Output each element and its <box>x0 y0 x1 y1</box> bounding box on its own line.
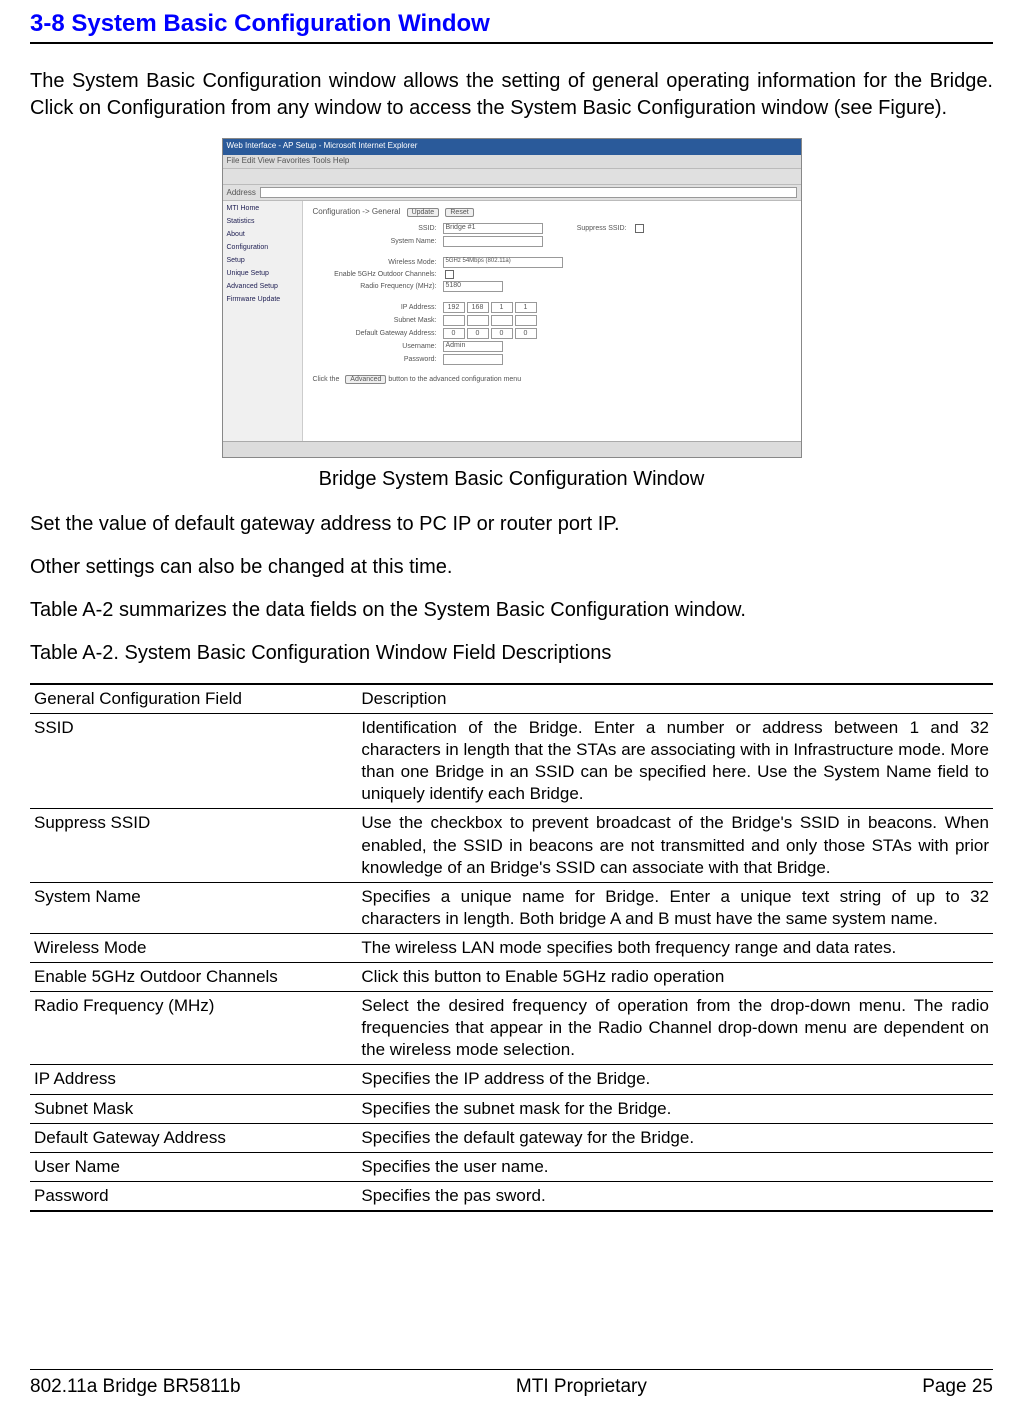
rfreq-label: Radio Frequency (MHz): <box>313 283 443 290</box>
wmode-select[interactable]: 5GHz 54Mbps (802.11a) <box>443 257 563 268</box>
sidebar-item[interactable]: Configuration <box>227 244 298 251</box>
other-settings-note: Other settings can also be changed at th… <box>30 554 993 581</box>
table-field-desc: Specifies the pas sword. <box>357 1181 993 1211</box>
user-input[interactable]: Admin <box>443 341 503 352</box>
suppress-ssid-label: Suppress SSID: <box>543 225 633 232</box>
config-heading: Configuration -> General Update Reset <box>313 207 791 217</box>
gw-input[interactable]: 0000 <box>443 328 537 339</box>
table-field-desc: Use the checkbox to prevent broadcast of… <box>357 809 993 882</box>
pass-label: Password: <box>313 356 443 363</box>
url-input[interactable] <box>260 187 797 198</box>
figure-caption: Bridge System Basic Configuration Window <box>30 468 993 491</box>
table-field-name: IP Address <box>30 1065 357 1094</box>
sidebar-item[interactable]: Statistics <box>227 218 298 225</box>
ip-input[interactable]: 19216811 <box>443 302 537 313</box>
table-field-name: Password <box>30 1181 357 1211</box>
gw-label: Default Gateway Address: <box>313 330 443 337</box>
table-field-desc: Specifies the subnet mask for the Bridge… <box>357 1094 993 1123</box>
table-field-desc: Specifies the user name. <box>357 1152 993 1181</box>
sidebar-item[interactable]: MTI Home <box>227 205 298 212</box>
table-intro: Table A-2 summarizes the data fields on … <box>30 597 993 624</box>
status-bar <box>223 441 801 457</box>
outdoor-label: Enable 5GHz Outdoor Channels: <box>313 271 443 278</box>
wmode-label: Wireless Mode: <box>313 259 443 266</box>
mask-label: Subnet Mask: <box>313 317 443 324</box>
table-field-desc: Select the desired frequency of operatio… <box>357 992 993 1065</box>
update-button[interactable]: Update <box>407 208 440 217</box>
browser-window: Web Interface - AP Setup - Microsoft Int… <box>222 138 802 458</box>
table-field-desc: The wireless LAN mode specifies both fre… <box>357 933 993 962</box>
table-field-desc: Specifies the default gateway for the Br… <box>357 1123 993 1152</box>
sidebar-item[interactable]: Unique Setup <box>227 270 298 277</box>
intro-paragraph: The System Basic Configuration window al… <box>30 68 993 122</box>
pass-input[interactable] <box>443 354 503 365</box>
table-field-name: Default Gateway Address <box>30 1123 357 1152</box>
footer-center: MTI Proprietary <box>516 1376 647 1398</box>
address-bar: Address <box>223 185 801 201</box>
ssid-label: SSID: <box>313 225 443 232</box>
sysname-label: System Name: <box>313 238 443 245</box>
table-field-desc: Identification of the Bridge. Enter a nu… <box>357 714 993 809</box>
outdoor-checkbox[interactable] <box>445 270 454 279</box>
table-field-name: System Name <box>30 882 357 933</box>
ssid-input[interactable]: Bridge #1 <box>443 223 543 234</box>
footer-left: 802.11a Bridge BR5811b <box>30 1376 241 1398</box>
advanced-note: Click the Advanced Click the button to t… <box>313 375 791 384</box>
sidebar-item[interactable]: Setup <box>227 257 298 264</box>
sidebar-item[interactable]: Firmware Update <box>227 296 298 303</box>
table-field-desc: Specifies a unique name for Bridge. Ente… <box>357 882 993 933</box>
table-field-name: Subnet Mask <box>30 1094 357 1123</box>
user-label: Username: <box>313 343 443 350</box>
address-label: Address <box>227 188 256 197</box>
sysname-input[interactable] <box>443 236 543 247</box>
table-field-desc: Click this button to Enable 5GHz radio o… <box>357 963 993 992</box>
table-field-name: User Name <box>30 1152 357 1181</box>
mask-input[interactable] <box>443 315 537 326</box>
table-field-desc: Specifies the IP address of the Bridge. <box>357 1065 993 1094</box>
table-field-name: Radio Frequency (MHz) <box>30 992 357 1065</box>
table-field-name: Enable 5GHz Outdoor Channels <box>30 963 357 992</box>
menubar: File Edit View Favorites Tools Help <box>223 155 801 169</box>
footer-right: Page 25 <box>922 1376 993 1398</box>
ip-label: IP Address: <box>313 304 443 311</box>
gateway-note: Set the value of default gateway address… <box>30 511 993 538</box>
section-heading: 3-8 System Basic Configuration Window <box>30 10 993 44</box>
window-titlebar: Web Interface - AP Setup - Microsoft Int… <box>223 139 801 155</box>
toolbar <box>223 169 801 185</box>
table-field-name: Wireless Mode <box>30 933 357 962</box>
table-title: Table A-2. System Basic Configuration Wi… <box>30 640 993 667</box>
table-field-name: Suppress SSID <box>30 809 357 882</box>
field-description-table: General Configuration FieldDescriptionSS… <box>30 683 993 1212</box>
reset-button[interactable]: Reset <box>445 208 473 217</box>
suppress-ssid-checkbox[interactable] <box>635 224 644 233</box>
table-field-name: SSID <box>30 714 357 809</box>
page-footer: 802.11a Bridge BR5811b MTI Proprietary P… <box>30 1369 993 1398</box>
rfreq-select[interactable]: 5180 <box>443 281 503 292</box>
sidebar-nav: MTI Home Statistics About Configuration … <box>223 201 303 441</box>
sidebar-item[interactable]: Advanced Setup <box>227 283 298 290</box>
table-col-header: General Configuration Field <box>30 684 357 714</box>
config-screenshot-figure: Web Interface - AP Setup - Microsoft Int… <box>30 138 993 491</box>
table-col-header: Description <box>357 684 993 714</box>
advanced-button[interactable]: Advanced <box>345 375 386 384</box>
sidebar-item[interactable]: About <box>227 231 298 238</box>
